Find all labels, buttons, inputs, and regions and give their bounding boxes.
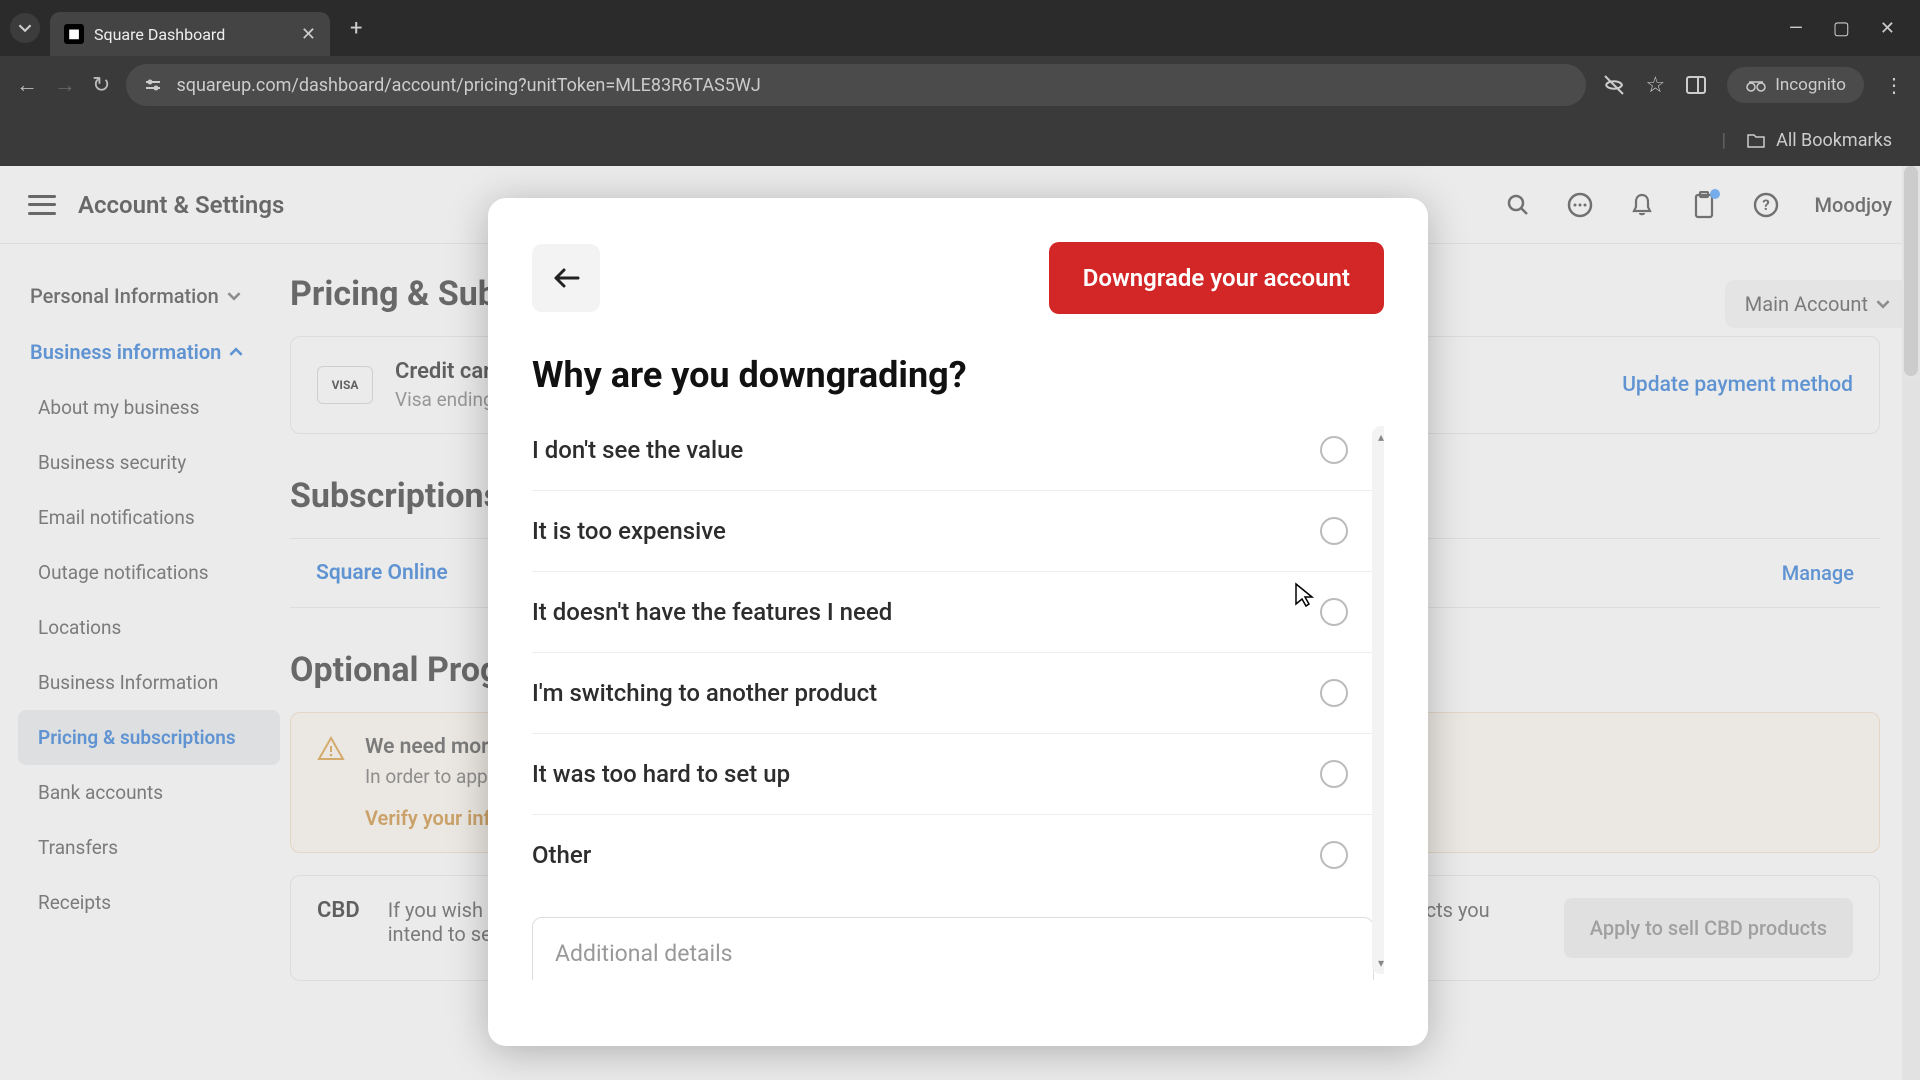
reason-option[interactable]: It was too hard to set up [532,734,1374,815]
reason-option[interactable]: Other [532,815,1374,895]
scroll-down-arrow[interactable]: ▾ [1378,956,1384,970]
incognito-badge: Incognito [1727,67,1864,103]
back-button[interactable]: ← [16,72,38,98]
reason-option[interactable]: I don't see the value [532,420,1374,491]
close-window-button[interactable]: ✕ [1880,18,1895,39]
new-tab-button[interactable]: + [340,16,372,41]
url-input[interactable]: squareup.com/dashboard/account/pricing?u… [126,64,1585,106]
window-controls: — ▢ ✕ [1789,18,1910,39]
bookmarks-bar: | All Bookmarks [0,114,1920,166]
radio-button[interactable] [1320,598,1348,626]
panel-icon[interactable] [1685,74,1707,96]
modal-scrollbar[interactable]: ▴ ▾ [1372,426,1384,974]
chevron-down-icon [18,21,32,35]
reason-option[interactable]: It is too expensive [532,491,1374,572]
url-text: squareup.com/dashboard/account/pricing?u… [176,75,760,96]
reason-option[interactable]: I'm switching to another product [532,653,1374,734]
radio-button[interactable] [1320,760,1348,788]
address-bar: ← → ↻ squareup.com/dashboard/account/pri… [0,56,1920,114]
reason-option[interactable]: It doesn't have the features I need [532,572,1374,653]
browser-tab[interactable]: ◼ Square Dashboard ✕ [50,12,330,56]
radio-button[interactable] [1320,841,1348,869]
tab-close-button[interactable]: ✕ [301,24,316,45]
forward-button: → [54,72,76,98]
tab-bar: ◼ Square Dashboard ✕ + — ▢ ✕ [0,0,1920,56]
arrow-left-icon [552,266,580,290]
site-settings-icon [144,76,162,94]
browser-menu-button[interactable]: ⋮ [1884,73,1904,97]
bookmark-star-icon[interactable]: ☆ [1646,73,1666,98]
scroll-up-arrow[interactable]: ▴ [1378,430,1384,444]
downgrade-button[interactable]: Downgrade your account [1049,242,1384,314]
favicon: ◼ [64,24,84,44]
tab-search-button[interactable] [10,13,40,43]
incognito-icon [1745,77,1767,93]
folder-icon [1746,131,1766,149]
all-bookmarks-button[interactable]: All Bookmarks [1776,130,1892,151]
maximize-button[interactable]: ▢ [1833,18,1850,39]
downgrade-modal: Downgrade your account Why are you downg… [488,198,1428,1046]
cursor-icon [1294,582,1314,608]
eye-off-icon[interactable] [1602,73,1626,97]
radio-button[interactable] [1320,517,1348,545]
modal-back-button[interactable] [532,244,600,312]
radio-button[interactable] [1320,679,1348,707]
tab-title: Square Dashboard [94,25,291,44]
modal-title: Why are you downgrading? [532,354,1384,396]
radio-button[interactable] [1320,436,1348,464]
reload-button[interactable]: ↻ [92,73,110,98]
additional-details-input[interactable]: Additional details [532,917,1374,980]
minimize-button[interactable]: — [1789,18,1803,39]
